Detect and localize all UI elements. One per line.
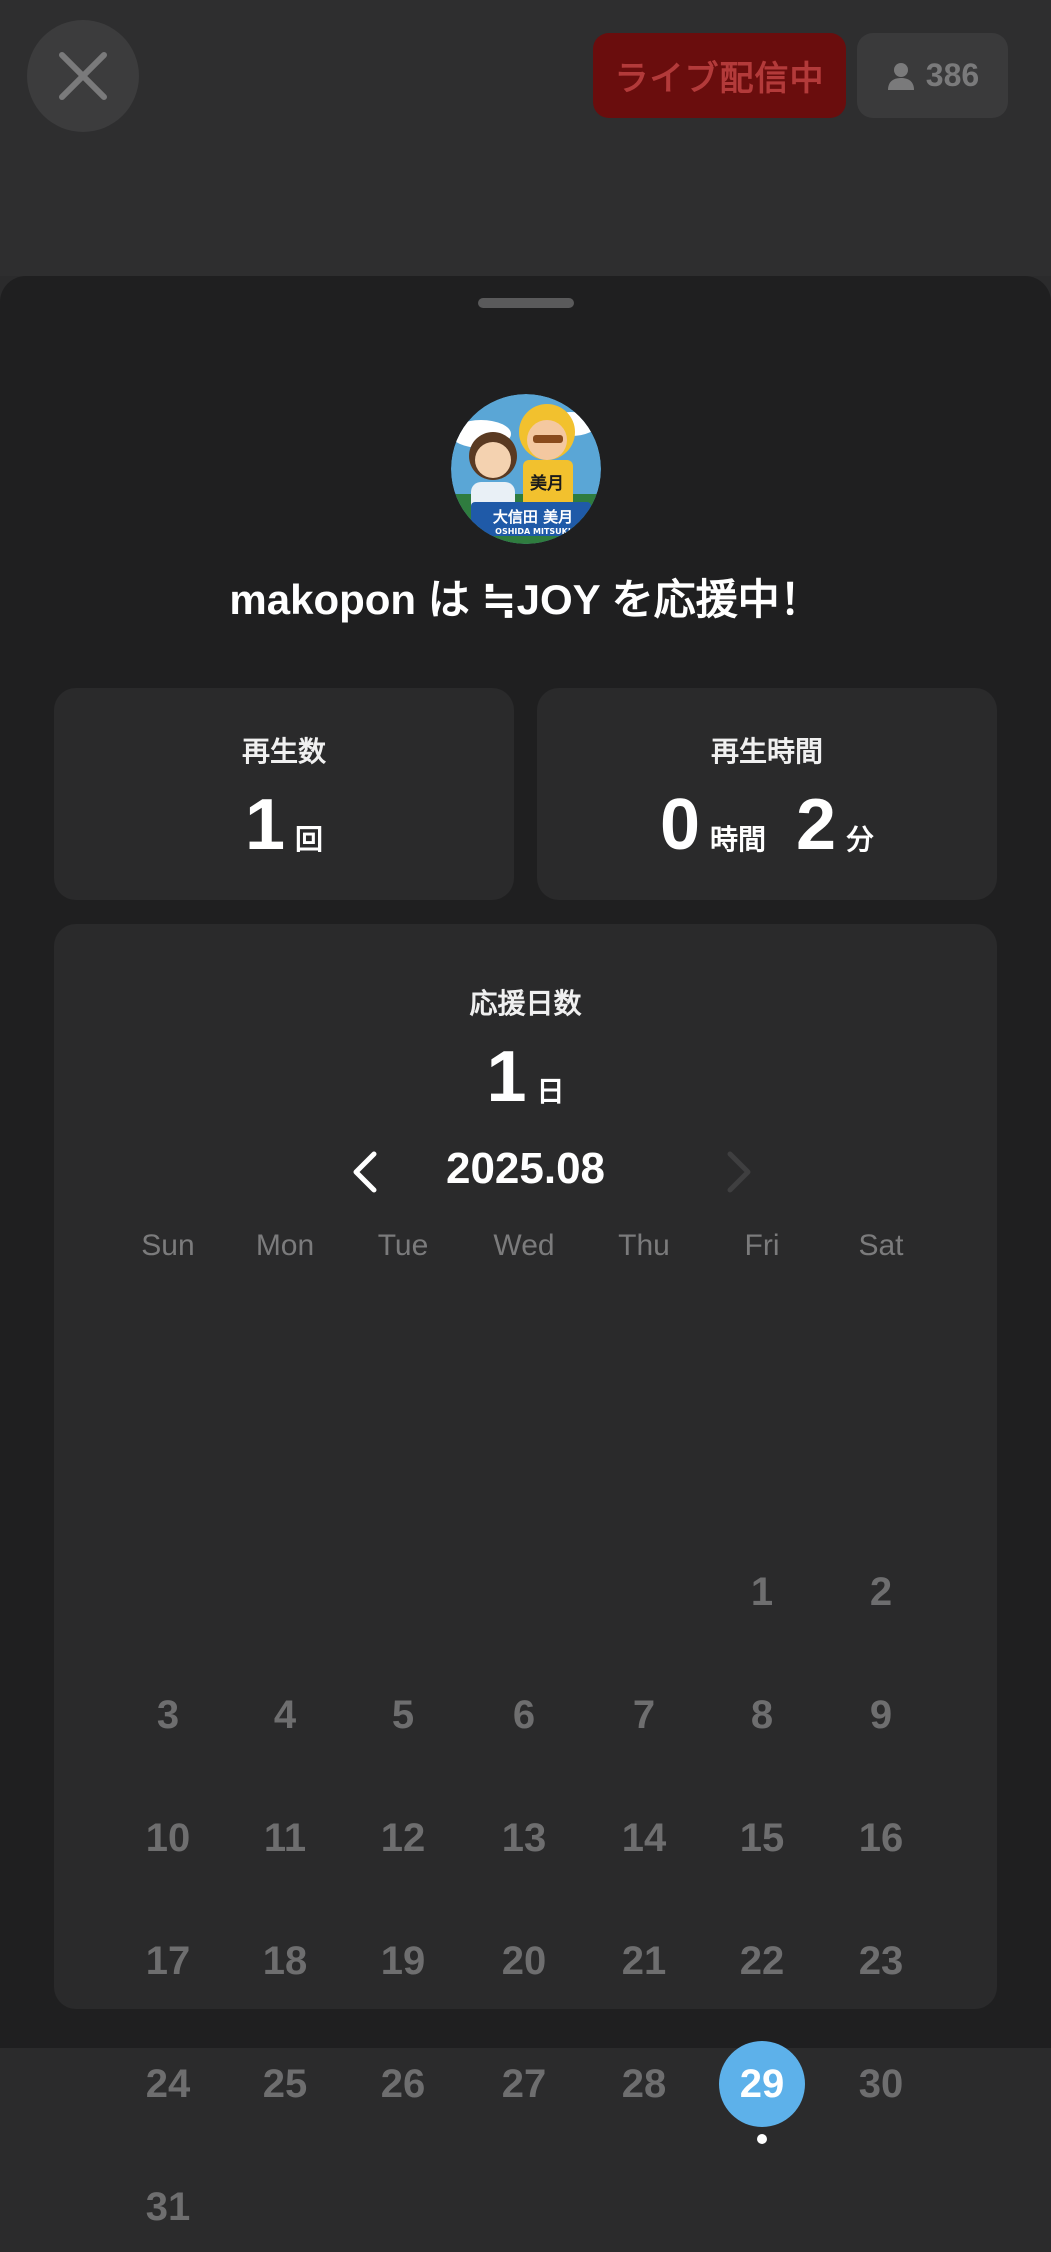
calendar-day[interactable]: 9 <box>836 1670 926 1760</box>
weekday-header-row: Sun Mon Tue Wed Thu Fri Sat <box>54 1229 997 1269</box>
calendar-day[interactable]: 17 <box>123 1916 213 2006</box>
weekday-mon: Mon <box>255 1229 315 1262</box>
calendar-day[interactable]: 20 <box>479 1916 569 2006</box>
support-days-title: 応援日数 <box>469 988 582 1019</box>
calendar-day[interactable]: 31 <box>123 2162 213 2252</box>
support-sheet: 美月 大信田 美月 OSHIDA MITSUKI makopon は ≒JOY … <box>0 276 1051 2229</box>
calendar-day[interactable]: 12 <box>358 1793 448 1883</box>
live-status-badge: ライブ配信中 <box>593 33 846 118</box>
calendar-day[interactable]: 7 <box>599 1670 689 1760</box>
weekday-tue: Tue <box>377 1229 429 1262</box>
calendar-day[interactable]: 26 <box>358 2039 448 2129</box>
plays-value: 1 <box>244 785 286 865</box>
calendar-day[interactable]: 24 <box>123 2039 213 2129</box>
calendar-day[interactable]: 27 <box>479 2039 569 2129</box>
calendar-day[interactable]: 1 <box>717 1547 807 1637</box>
calendar-day[interactable]: 10 <box>123 1793 213 1883</box>
calendar-day[interactable]: 16 <box>836 1793 926 1883</box>
playtime-value-line: 0 時間 2 分 <box>537 784 997 866</box>
weekday-fri: Fri <box>744 1229 780 1262</box>
calendar-day[interactable]: 23 <box>836 1916 926 2006</box>
playtime-minutes: 2 <box>796 785 837 865</box>
avatar-shirt-text: 美月 <box>530 473 564 494</box>
calendar-day-selected[interactable]: 29 <box>719 2041 805 2127</box>
support-days-card: 応援日数 1日 2025.08 Sun Mon Tue Wed Thu Fri Sat 12… <box>54 924 997 2229</box>
calendar-day[interactable]: 25 <box>240 2039 330 2129</box>
calendar-day[interactable]: 3 <box>123 1670 213 1760</box>
avatar: 美月 大信田 美月 OSHIDA MITSUKI <box>451 394 601 544</box>
weekday-sat: Sat <box>858 1229 904 1262</box>
close-icon <box>59 52 107 100</box>
calendar-day[interactable]: 11 <box>240 1793 330 1883</box>
calendar-day[interactable]: 15 <box>717 1793 807 1883</box>
month-navigation: 2025.08 <box>54 1142 997 1202</box>
playtime-minutes-unit: 分 <box>846 824 875 855</box>
top-bar: ライブ配信中 386 <box>0 0 1051 276</box>
calendar-day[interactable]: 13 <box>479 1793 569 1883</box>
calendar-day[interactable]: 22 <box>717 1916 807 2006</box>
support-day-marker <box>757 2134 767 2144</box>
plays-title: 再生数 <box>241 736 326 767</box>
weekday-wed: Wed <box>493 1229 555 1262</box>
person-icon <box>887 62 914 90</box>
support-days-value-line: 1日 <box>54 1036 997 1118</box>
playtime-title: 再生時間 <box>710 736 823 767</box>
viewer-count-badge: 386 <box>857 33 1008 118</box>
avatar-badge-subtext: OSHIDA MITSUKI <box>495 527 571 536</box>
viewer-count: 386 <box>925 57 980 93</box>
playtime-hours-unit: 時間 <box>709 824 766 855</box>
plays-unit: 回 <box>295 824 324 855</box>
weekday-sun: Sun <box>141 1229 195 1262</box>
avatar-badge-text: 大信田 美月 <box>493 508 573 526</box>
weekday-thu: Thu <box>618 1229 670 1262</box>
plays-card: 再生数 1回 <box>54 688 514 900</box>
next-month-button[interactable] <box>710 1142 770 1202</box>
playtime-card: 再生時間 0 時間 2 分 <box>537 688 997 900</box>
chevron-right-icon <box>727 1151 751 1193</box>
close-button[interactable] <box>27 20 139 132</box>
calendar-day[interactable]: 4 <box>240 1670 330 1760</box>
calendar-day[interactable]: 18 <box>240 1916 330 2006</box>
calendar-day[interactable]: 8 <box>717 1670 807 1760</box>
calendar-day[interactable]: 28 <box>599 2039 689 2129</box>
plays-value-line: 1回 <box>54 784 514 866</box>
support-days-unit: 日 <box>536 1076 565 1107</box>
support-days-value: 1 <box>486 1037 527 1117</box>
playtime-hours: 0 <box>659 785 700 865</box>
support-headline: makopon は ≒JOY を応援中！ <box>229 576 822 623</box>
calendar-day[interactable]: 14 <box>599 1793 689 1883</box>
calendar-day[interactable]: 21 <box>599 1916 689 2006</box>
month-label: 2025.08 <box>445 1144 606 1193</box>
calendar-day[interactable]: 19 <box>358 1916 448 2006</box>
calendar-day[interactable]: 6 <box>479 1670 569 1760</box>
live-status-label: ライブ配信中 <box>614 60 825 98</box>
calendar-day[interactable]: 30 <box>836 2039 926 2129</box>
calendar-day[interactable]: 5 <box>358 1670 448 1760</box>
sheet-drag-handle[interactable] <box>478 298 574 308</box>
calendar-day[interactable]: 2 <box>836 1547 926 1637</box>
